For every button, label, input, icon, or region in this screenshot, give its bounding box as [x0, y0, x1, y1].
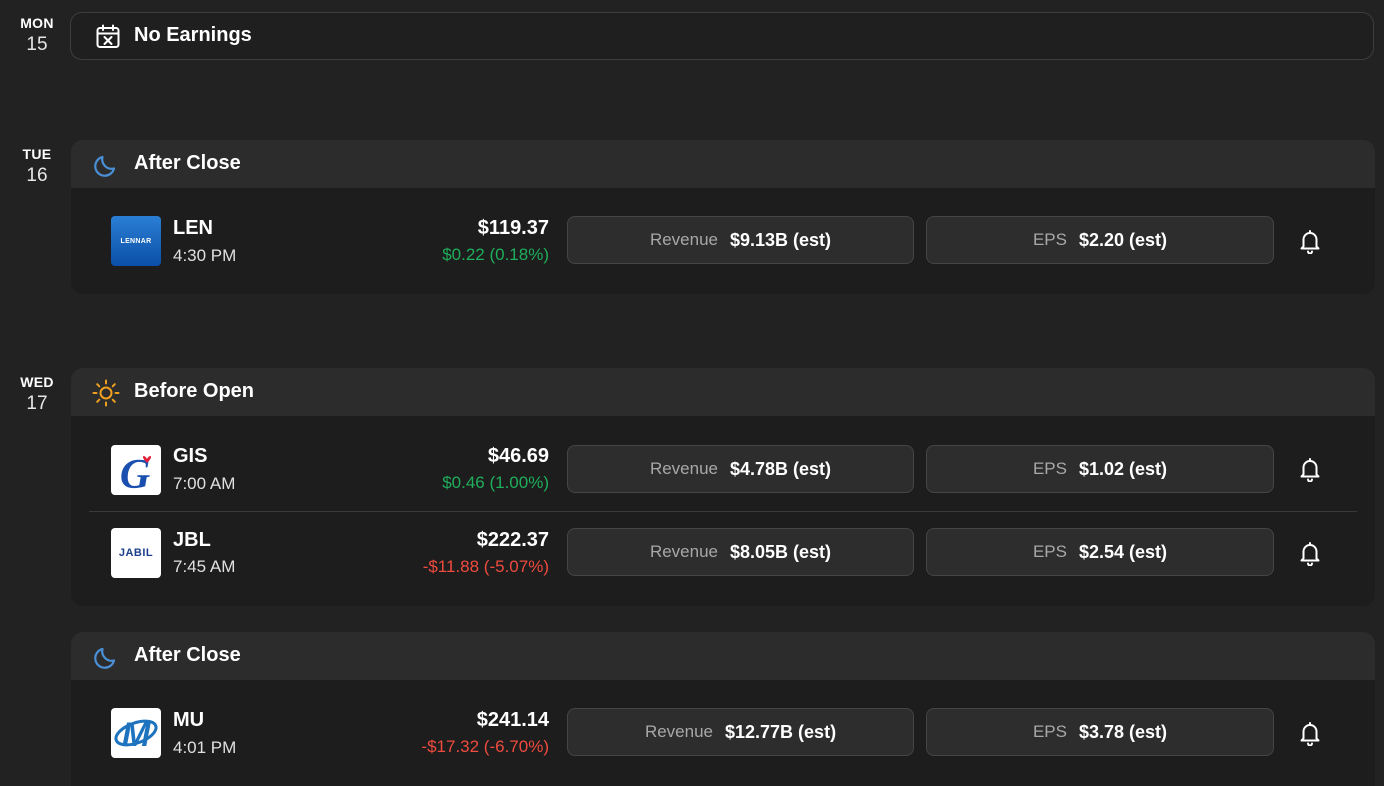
report-time: 7:00 AM	[173, 474, 236, 493]
eps-estimate[interactable]: EPS $2.20 (est)	[926, 216, 1274, 264]
eps-label: EPS	[1032, 459, 1067, 478]
stock-price: $46.69	[487, 445, 549, 467]
earnings-row-gis[interactable]: G GIS 7:00 AM $46.69 $0.46 (1.00%) Reven…	[71, 429, 1375, 509]
session-body: M MU 4:01 PM $241.14 -$17.32 (-6.70%) Re…	[71, 680, 1375, 786]
price-change: $0.46 (1.00%)	[442, 473, 549, 492]
day-number: 15	[26, 34, 48, 55]
earnings-row-jbl[interactable]: JABIL JBL 7:45 AM $222.37 -$11.88 (-5.07…	[71, 512, 1375, 592]
day-of-week: MON	[20, 15, 54, 31]
price-change: $0.22 (0.18%)	[442, 245, 549, 264]
revenue-label: Revenue	[649, 459, 718, 478]
moon-icon	[92, 643, 120, 671]
price-change: -$17.32 (-6.70%)	[421, 737, 549, 756]
eps-value: $3.78 (est)	[1078, 721, 1168, 742]
company-logo-mu: M	[111, 708, 161, 758]
company-logo-jbl: JABIL	[111, 528, 161, 578]
day-of-week: WED	[20, 374, 54, 390]
revenue-label: Revenue	[649, 230, 718, 249]
earnings-row-mu[interactable]: M MU 4:01 PM $241.14 -$17.32 (-6.70%) Re…	[71, 693, 1375, 773]
day-of-week: TUE	[22, 146, 52, 162]
eps-value: $2.20 (est)	[1078, 229, 1168, 250]
report-time: 4:01 PM	[173, 738, 237, 757]
bell-icon[interactable]	[1297, 228, 1323, 255]
eps-estimate[interactable]: EPS $2.54 (est)	[926, 528, 1274, 576]
revenue-value: $8.05B (est)	[730, 541, 832, 562]
stock-price: $241.14	[476, 709, 549, 731]
eps-label: EPS	[1032, 542, 1067, 561]
session-header-after-close: After Close	[71, 140, 1375, 188]
session-body: G GIS 7:00 AM $46.69 $0.46 (1.00%) Reven…	[71, 416, 1375, 606]
eps-value: $1.02 (est)	[1078, 458, 1168, 479]
moon-icon	[92, 151, 120, 179]
earnings-row-len[interactable]: LENNAR LEN 4:30 PM $119.37 $0.22 (0.18%)…	[71, 201, 1375, 281]
logo-text: JABIL	[118, 547, 154, 559]
no-earnings-label: No Earnings	[134, 24, 252, 46]
bell-icon[interactable]	[1297, 540, 1323, 567]
logo-text: LENNAR	[120, 237, 152, 245]
revenue-estimate[interactable]: Revenue $9.13B (est)	[567, 216, 914, 264]
price-change: -$11.88 (-5.07%)	[422, 557, 549, 576]
eps-estimate[interactable]: EPS $1.02 (est)	[926, 445, 1274, 493]
ticker-symbol[interactable]: MU	[173, 709, 204, 732]
session-label: After Close	[134, 152, 241, 174]
company-logo-gis: G	[111, 445, 161, 495]
session-label: Before Open	[134, 380, 255, 402]
ticker-symbol[interactable]: JBL	[173, 529, 211, 552]
bell-icon[interactable]	[1297, 456, 1323, 483]
session-header-after-close: After Close	[71, 632, 1375, 680]
revenue-estimate[interactable]: Revenue $8.05B (est)	[567, 528, 914, 576]
revenue-estimate[interactable]: Revenue $4.78B (est)	[567, 445, 914, 493]
calendar-x-icon	[94, 23, 122, 51]
stock-price: $222.37	[476, 529, 549, 551]
revenue-label: Revenue	[649, 542, 718, 561]
eps-label: EPS	[1032, 722, 1067, 741]
revenue-estimate[interactable]: Revenue $12.77B (est)	[567, 708, 914, 756]
report-time: 7:45 AM	[173, 557, 236, 576]
session-body: LENNAR LEN 4:30 PM $119.37 $0.22 (0.18%)…	[71, 188, 1375, 294]
eps-estimate[interactable]: EPS $3.78 (est)	[926, 708, 1274, 756]
session-label: After Close	[134, 644, 241, 666]
sun-icon	[92, 379, 120, 407]
logo-text: M	[122, 716, 151, 754]
eps-value: $2.54 (est)	[1078, 541, 1168, 562]
revenue-value: $4.78B (est)	[730, 458, 832, 479]
ticker-symbol[interactable]: GIS	[173, 445, 207, 468]
eps-label: EPS	[1032, 230, 1067, 249]
ticker-symbol[interactable]: LEN	[173, 217, 213, 240]
day-number: 16	[26, 165, 48, 186]
no-earnings-card: No Earnings	[70, 12, 1374, 60]
revenue-value: $9.13B (est)	[730, 229, 832, 250]
revenue-value: $12.77B (est)	[725, 721, 837, 742]
revenue-label: Revenue	[644, 722, 713, 741]
company-logo-len: LENNAR	[111, 216, 161, 266]
session-header-before-open: Before Open	[71, 368, 1375, 416]
day-number: 17	[26, 393, 48, 414]
bell-icon[interactable]	[1297, 720, 1323, 747]
stock-price: $119.37	[477, 217, 549, 239]
report-time: 4:30 PM	[173, 246, 237, 265]
